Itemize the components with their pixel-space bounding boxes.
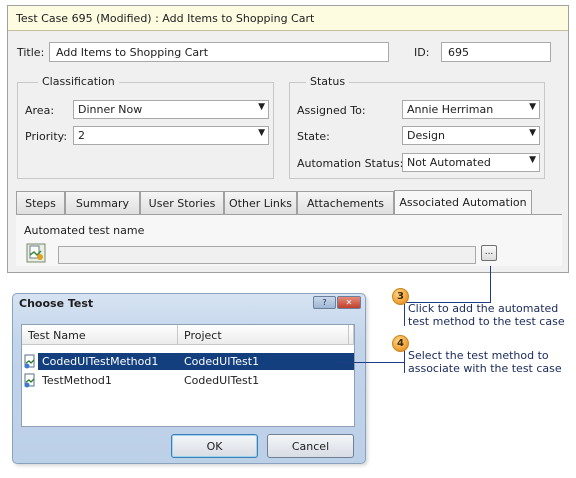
ok-button[interactable]: OK — [171, 434, 258, 458]
test-list: Test Name Project CodedUITestMethod1 Cod… — [21, 324, 355, 427]
automated-test-label: Automated test name — [24, 224, 145, 237]
window-title: Test Case 695 (Modified) : Add Items to … — [8, 6, 568, 31]
callout-4-leader — [338, 362, 404, 363]
automation-status-value: Not Automated — [407, 156, 491, 169]
classification-heading: Classification — [38, 75, 119, 88]
table-row[interactable]: TestMethod1 CodedUITest1 — [24, 372, 354, 389]
project-cell: CodedUITest1 — [184, 374, 260, 387]
callout-3-badge: 3 — [392, 288, 409, 305]
state-value: Design — [407, 129, 445, 142]
tab-summary[interactable]: Summary — [65, 191, 140, 215]
automation-status-combo[interactable]: Not Automated ▼ — [402, 153, 540, 172]
project-cell: CodedUITest1 — [184, 355, 260, 368]
area-value: Dinner Now — [78, 103, 143, 116]
dialog-title: Choose Test — [19, 297, 94, 310]
status-heading: Status — [306, 75, 350, 88]
chevron-down-icon: ▼ — [258, 102, 265, 112]
test-name-cell: CodedUITestMethod1 — [42, 355, 159, 368]
cancel-button[interactable]: Cancel — [267, 434, 354, 458]
assigned-value: Annie Herriman — [407, 103, 494, 116]
associated-automation-panel: Automated test name ... — [16, 214, 562, 266]
state-combo[interactable]: Design ▼ — [402, 126, 540, 145]
automated-test-field[interactable] — [58, 246, 476, 264]
priority-label: Priority: — [25, 130, 68, 143]
assigned-label: Assigned To: — [297, 104, 366, 117]
priority-combo[interactable]: 2 ▼ — [73, 126, 269, 145]
priority-value: 2 — [78, 129, 85, 142]
test-method-icon — [24, 373, 35, 388]
chevron-down-icon: ▼ — [529, 155, 536, 165]
chevron-down-icon: ▼ — [258, 128, 265, 138]
callout-4-bar — [404, 349, 405, 373]
test-method-icon — [24, 354, 35, 369]
assigned-combo[interactable]: Annie Herriman ▼ — [402, 100, 540, 119]
title-label: Title: — [17, 46, 45, 59]
column-header-filler — [349, 325, 354, 345]
tab-associated-automation[interactable]: Associated Automation — [394, 190, 532, 215]
test-name-cell: TestMethod1 — [42, 374, 112, 387]
area-combo[interactable]: Dinner Now ▼ — [73, 100, 269, 119]
chevron-down-icon: ▼ — [529, 128, 536, 138]
chevron-down-icon: ▼ — [529, 102, 536, 112]
id-label: ID: — [414, 46, 430, 59]
callout-3-connector — [490, 266, 491, 302]
callout-3-bar — [404, 302, 405, 326]
state-label: State: — [297, 130, 330, 143]
help-icon[interactable]: ? — [313, 296, 336, 309]
test-method-icon — [26, 243, 46, 263]
tab-attachements[interactable]: Attachements — [297, 191, 394, 215]
choose-test-dialog: Choose Test ? ✕ Test Name Project CodedU… — [12, 293, 366, 464]
table-row[interactable]: CodedUITestMethod1 CodedUITest1 — [24, 353, 354, 370]
close-icon[interactable]: ✕ — [337, 296, 361, 309]
title-field[interactable]: Add Items to Shopping Cart — [49, 42, 389, 62]
area-label: Area: — [25, 104, 55, 117]
tab-user-stories[interactable]: User Stories — [140, 191, 224, 215]
automation-status-label: Automation Status: — [297, 157, 404, 170]
tab-steps[interactable]: Steps — [16, 191, 65, 215]
browse-button[interactable]: ... — [481, 245, 497, 261]
callout-4-badge: 4 — [392, 335, 409, 352]
test-case-window: Test Case 695 (Modified) : Add Items to … — [7, 5, 569, 273]
callout-3-text: Click to add the automated test method t… — [408, 302, 565, 328]
column-header-project[interactable]: Project — [178, 325, 349, 345]
column-header-test-name[interactable]: Test Name — [22, 325, 178, 345]
id-field[interactable]: 695 — [441, 42, 551, 62]
tab-other-links[interactable]: Other Links — [224, 191, 297, 215]
callout-4-text: Select the test method to associate with… — [408, 349, 562, 375]
